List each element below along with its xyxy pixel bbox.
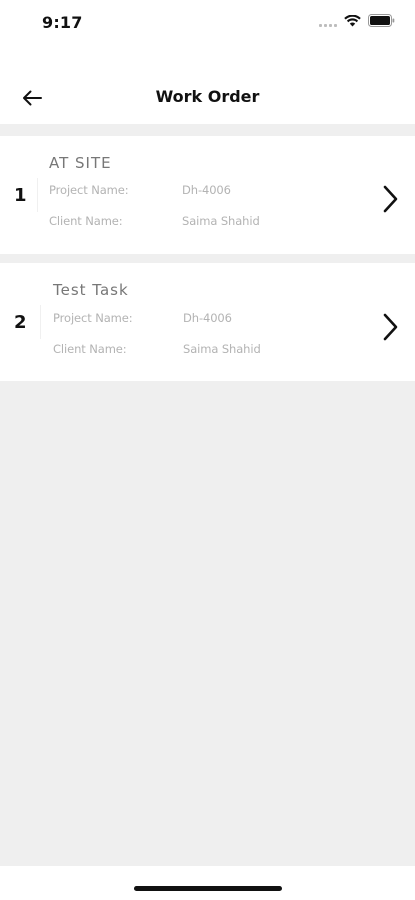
page-title: Work Order bbox=[155, 87, 260, 106]
work-order-index: 1 bbox=[14, 185, 27, 206]
status-bar: 9:17 bbox=[0, 0, 415, 46]
home-indicator[interactable] bbox=[134, 886, 282, 891]
chevron-right-icon[interactable] bbox=[379, 312, 401, 342]
chevron-right-icon[interactable] bbox=[379, 184, 401, 214]
status-icons bbox=[319, 14, 395, 27]
client-name-value: Saima Shahid bbox=[182, 214, 260, 228]
client-name-label: Client Name: bbox=[49, 214, 123, 228]
work-order-card[interactable]: 2 Test Task Project Name: Dh-4006 Client… bbox=[0, 263, 415, 381]
client-name-label: Client Name: bbox=[53, 342, 127, 356]
signal-icon bbox=[319, 15, 337, 27]
work-order-card[interactable]: 1 AT SITE Project Name: Dh-4006 Client N… bbox=[0, 136, 415, 254]
project-name-label: Project Name: bbox=[49, 183, 129, 197]
project-name-label: Project Name: bbox=[53, 311, 133, 325]
client-name-value: Saima Shahid bbox=[183, 342, 261, 356]
battery-icon bbox=[368, 14, 395, 27]
wifi-icon bbox=[344, 14, 361, 27]
status-time: 9:17 bbox=[42, 13, 83, 32]
index-divider bbox=[37, 178, 38, 212]
project-name-value: Dh-4006 bbox=[183, 311, 232, 325]
work-order-title: Test Task bbox=[53, 281, 129, 299]
work-order-list: 1 AT SITE Project Name: Dh-4006 Client N… bbox=[0, 124, 415, 866]
app-header: Work Order bbox=[0, 70, 415, 124]
project-name-value: Dh-4006 bbox=[182, 183, 231, 197]
work-order-title: AT SITE bbox=[49, 154, 112, 172]
home-indicator-area bbox=[0, 866, 415, 900]
work-order-index: 2 bbox=[14, 312, 27, 333]
index-divider bbox=[40, 305, 41, 339]
